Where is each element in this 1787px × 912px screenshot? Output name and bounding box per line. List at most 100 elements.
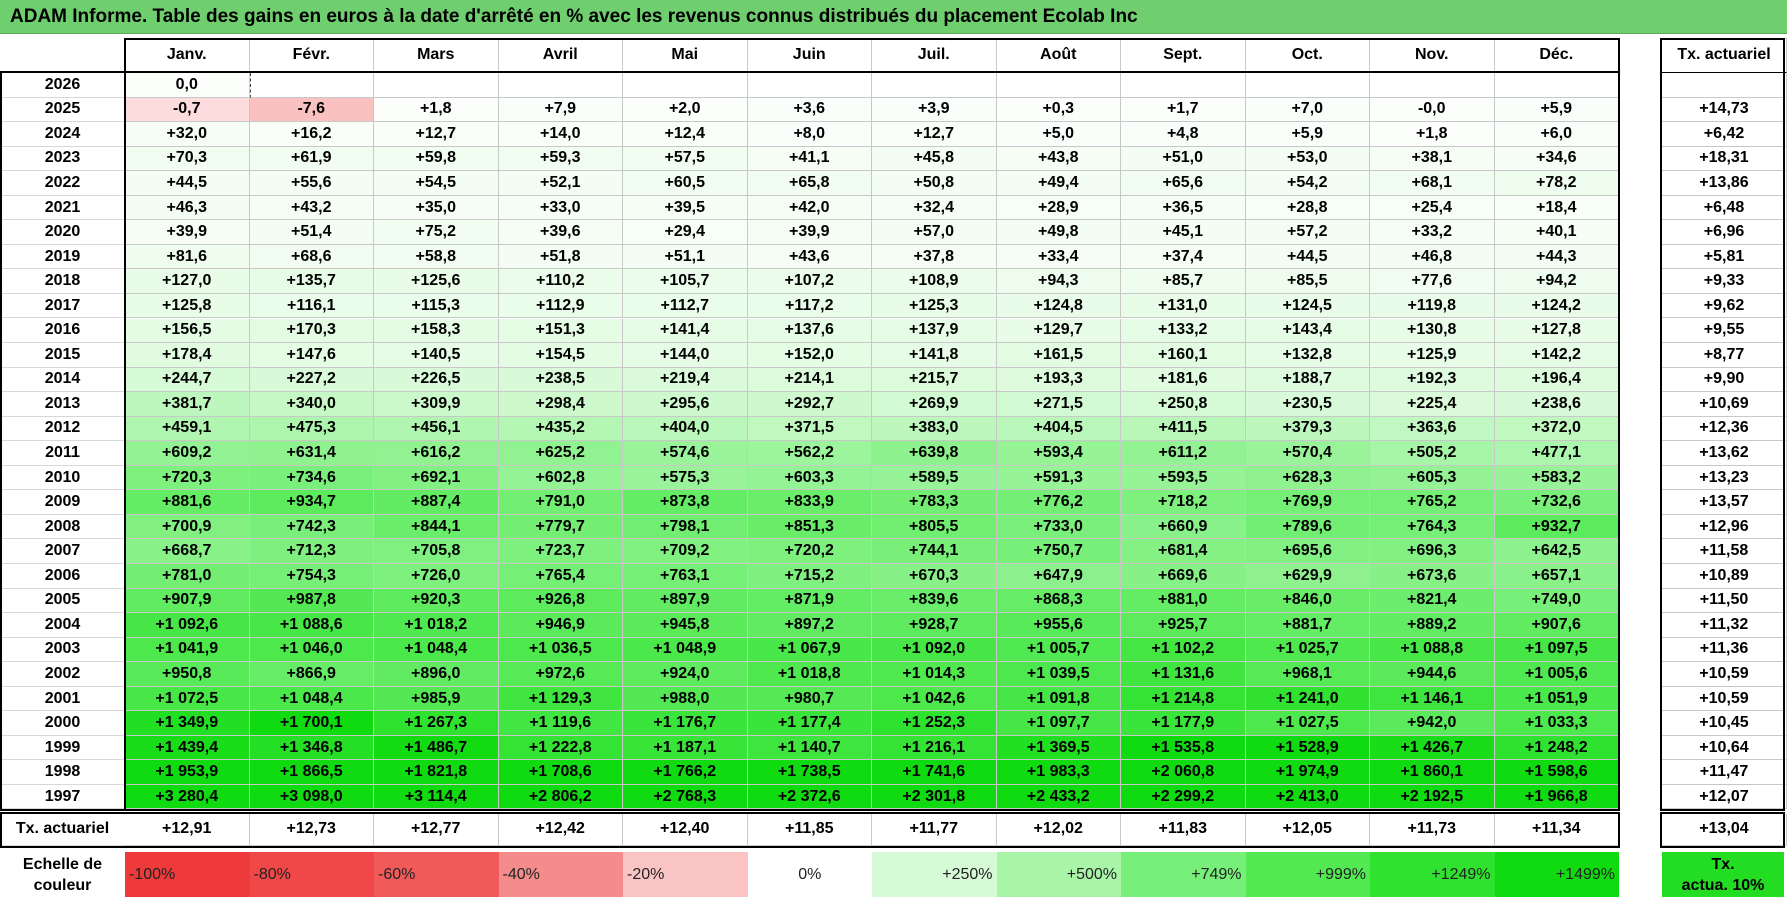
data-cell: +124,2	[1494, 293, 1619, 319]
data-cell: +33,2	[1370, 220, 1495, 245]
data-cell: +692,1	[374, 465, 499, 491]
tx-actuariel-cell: +9,90	[1662, 367, 1787, 393]
data-cell: +1 092,6	[125, 613, 250, 638]
data-cell: +628,3	[1245, 465, 1370, 491]
tx-actuariel-cell: +6,96	[1662, 220, 1787, 245]
data-cell: +593,5	[1121, 465, 1246, 491]
data-cell: +53,0	[1245, 146, 1370, 172]
data-cell: +1 177,9	[1121, 711, 1246, 736]
data-cell: +583,2	[1494, 465, 1619, 491]
data-cell: +456,1	[374, 416, 499, 442]
data-cell: +924,0	[623, 662, 748, 687]
data-cell: +1 866,5	[249, 760, 374, 785]
tx-actuariel-cell: +10,59	[1662, 662, 1787, 687]
data-cell: +65,8	[747, 171, 872, 196]
data-cell: +18,4	[1494, 195, 1619, 221]
data-cell: +68,6	[249, 244, 374, 270]
data-cell: +1 222,8	[498, 735, 623, 761]
data-cell	[249, 73, 374, 98]
data-cell: +459,1	[125, 416, 250, 442]
data-cell: +1 092,0	[872, 637, 997, 663]
data-cell: +12,7	[872, 122, 997, 147]
data-cell: +1 349,9	[125, 711, 250, 736]
year-label: 2020	[0, 220, 125, 245]
data-cell: +575,3	[623, 465, 748, 491]
tx-actuariel-cell: +14,73	[1662, 97, 1787, 123]
data-cell: +160,1	[1121, 343, 1246, 368]
tx-actuariel-header: Tx. actuariel	[1662, 38, 1787, 73]
data-cell: +49,8	[996, 220, 1121, 245]
data-cell: +1 974,9	[1245, 760, 1370, 785]
data-cell: +112,9	[498, 293, 623, 319]
data-cell: +593,4	[996, 441, 1121, 466]
data-cell: +932,7	[1494, 514, 1619, 540]
data-cell: +798,1	[623, 514, 748, 540]
color-scale-label-line2: couleur	[33, 877, 92, 894]
data-cell: +244,7	[125, 367, 250, 393]
tx-actua-legend-line2: actua. 10%	[1681, 877, 1765, 894]
data-cell: +141,8	[872, 343, 997, 368]
data-cell: +871,9	[747, 588, 872, 614]
data-cell: +107,2	[747, 269, 872, 294]
data-cell: +1 131,6	[1121, 662, 1246, 687]
data-cell: +887,4	[374, 490, 499, 515]
data-cell: +1 252,3	[872, 711, 997, 736]
month-header: Avril	[498, 38, 623, 73]
data-cell	[996, 73, 1121, 98]
month-header: Mai	[623, 38, 748, 73]
data-cell: +32,0	[125, 122, 250, 147]
data-cell: +46,3	[125, 195, 250, 221]
color-scale-label-line1: Echelle de	[22, 856, 103, 873]
data-cell: +1 741,6	[872, 760, 997, 785]
data-cell: +39,9	[747, 220, 872, 245]
data-cell: +158,3	[374, 318, 499, 344]
month-header: Mars	[374, 38, 499, 73]
data-cell: +12,7	[374, 122, 499, 147]
data-cell: +1 146,1	[1370, 686, 1495, 712]
data-cell: +1 119,6	[498, 711, 623, 736]
data-cell: +34,6	[1494, 146, 1619, 172]
data-cell: +720,2	[747, 539, 872, 564]
data-cell: +1 738,5	[747, 760, 872, 785]
data-cell	[1245, 73, 1370, 98]
data-cell: +2 806,2	[498, 784, 623, 810]
color-scale-swatch: -60%	[374, 852, 499, 897]
data-cell: +851,3	[747, 514, 872, 540]
data-cell: +14,0	[498, 122, 623, 147]
tx-actuariel-month-cell: +12,73	[249, 813, 374, 846]
data-cell: +609,2	[125, 441, 250, 466]
data-cell: +5,0	[996, 122, 1121, 147]
data-cell: +35,0	[374, 195, 499, 221]
tx-actuariel-month-cell: +11,83	[1121, 813, 1246, 846]
data-cell: +821,4	[1370, 588, 1495, 614]
data-cell: +1 097,7	[996, 711, 1121, 736]
data-cell: +1 048,9	[623, 637, 748, 663]
data-cell: +6,0	[1494, 122, 1619, 147]
data-cell: +51,0	[1121, 146, 1246, 172]
data-cell: +1 051,9	[1494, 686, 1619, 712]
data-cell: +920,3	[374, 588, 499, 614]
data-cell: +907,6	[1494, 613, 1619, 638]
data-cell: +897,2	[747, 613, 872, 638]
data-cell: +4,8	[1121, 122, 1246, 147]
year-label: 2013	[0, 392, 125, 417]
data-cell: +709,2	[623, 539, 748, 564]
data-cell: +776,2	[996, 490, 1121, 515]
data-cell	[1370, 73, 1495, 98]
color-scale-swatch: -40%	[498, 852, 623, 897]
color-scale-swatch: +500%	[996, 852, 1121, 897]
data-cell: +1 072,5	[125, 686, 250, 712]
tx-actuariel-cell: +10,59	[1662, 686, 1787, 712]
data-cell: +987,8	[249, 588, 374, 614]
tx-actuariel-cell: +12,07	[1662, 784, 1787, 810]
color-scale-swatch: +250%	[872, 852, 997, 897]
data-cell: +129,7	[996, 318, 1121, 344]
data-cell: +41,1	[747, 146, 872, 172]
data-cell: +54,5	[374, 171, 499, 196]
data-cell: +925,7	[1121, 613, 1246, 638]
data-cell: +70,3	[125, 146, 250, 172]
data-cell: +968,1	[1245, 662, 1370, 687]
data-cell: +1 005,7	[996, 637, 1121, 663]
data-cell: +2 299,2	[1121, 784, 1246, 810]
year-label: 2025	[0, 97, 125, 123]
